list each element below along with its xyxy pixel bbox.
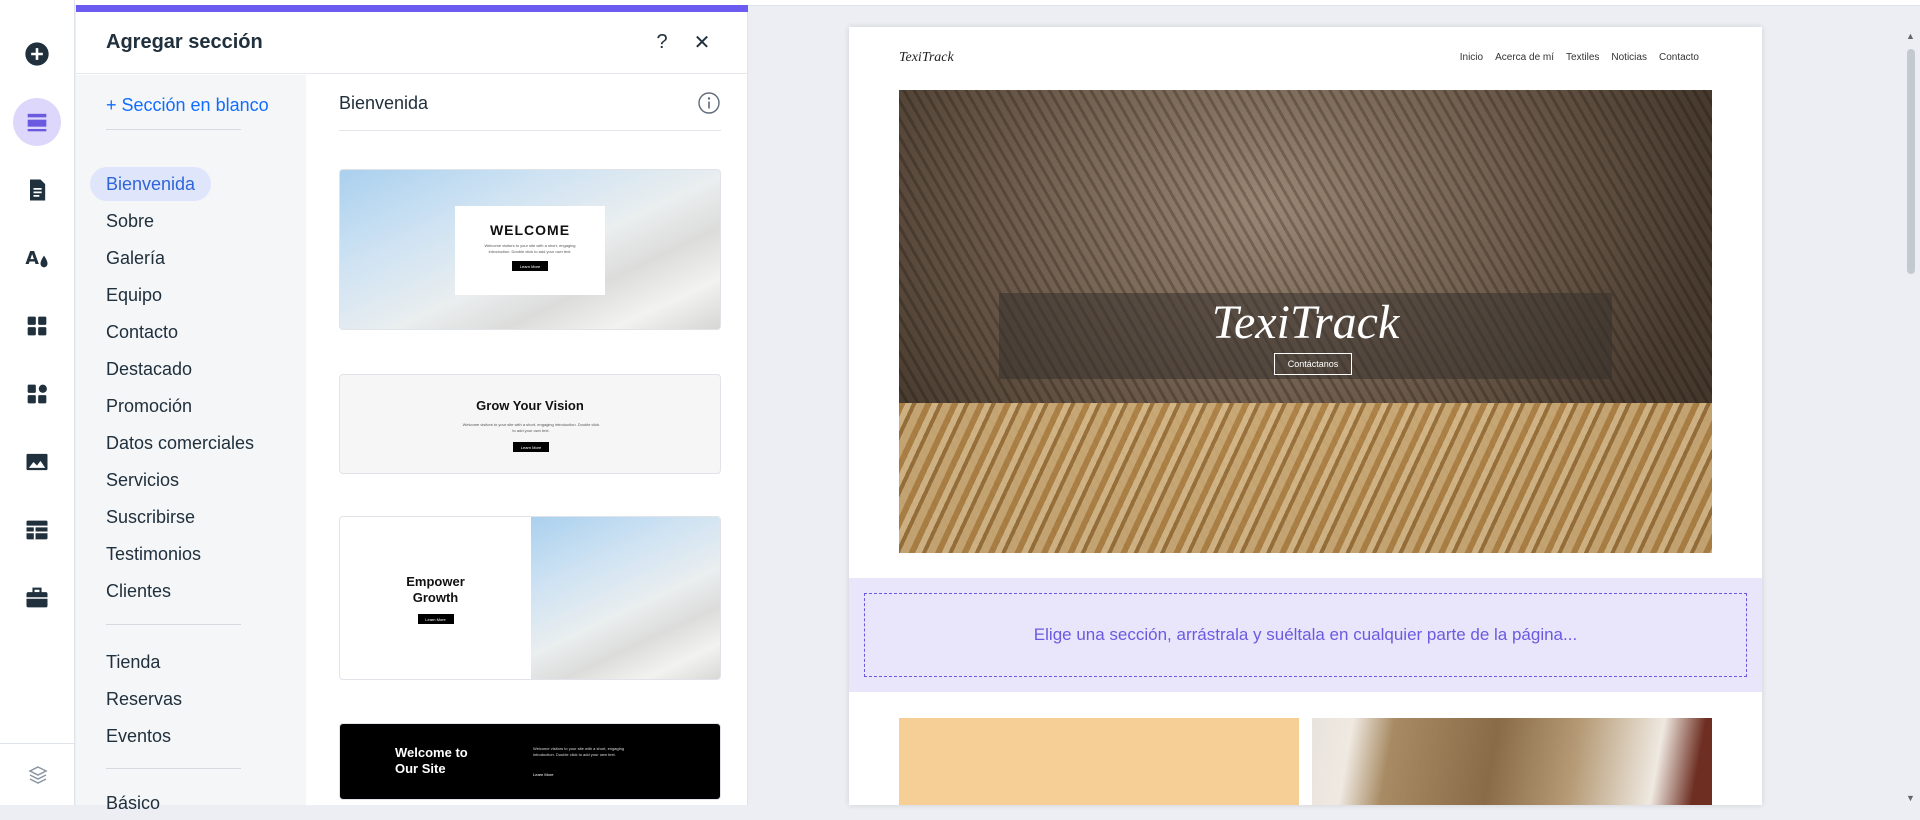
drop-zone[interactable]: Elige una sección, arrástrala y suéltala… [864,593,1747,677]
pages-icon[interactable] [13,166,61,214]
hero-image[interactable]: TexiTrack Contáctanos [899,90,1712,553]
category-eventos[interactable]: Eventos [90,719,187,753]
svg-text:A: A [25,249,39,269]
left-toolbar: A [0,0,75,805]
category-reservas[interactable]: Reservas [90,682,198,716]
category-promocion[interactable]: Promoción [90,389,208,423]
hero-title[interactable]: TexiTrack [999,295,1612,350]
category-testimonios[interactable]: Testimonios [90,537,217,571]
business-icon[interactable] [13,574,61,622]
template-list: Bienvenida WELCOME Welcome visitors to y… [306,75,748,805]
info-icon[interactable] [697,91,721,115]
content-block-color[interactable] [899,718,1299,805]
template-title: WELCOME [489,222,571,238]
template-button: Learn More [417,614,454,624]
category-separator [106,768,241,769]
template-button: Learn More [512,261,548,271]
site-nav: Inicio Acerca de mí Textiles Noticias Co… [1460,52,1699,63]
template-title: Grow Your Vision [476,398,584,413]
category-contacto[interactable]: Contacto [90,315,194,349]
templates-header-label: Bienvenida [339,93,429,113]
media-icon[interactable] [13,438,61,486]
panel-header: Agregar sección ? ✕ [76,12,747,74]
category-equipo[interactable]: Equipo [90,278,178,312]
category-suscribirse[interactable]: Suscribirse [90,500,211,534]
template-text: Welcome visitors to your site with a sho… [484,243,576,254]
drop-zone-area[interactable]: Elige una sección, arrástrala y suéltala… [849,578,1762,692]
category-tienda[interactable]: Tienda [90,645,176,679]
category-basico[interactable]: Básico [90,786,176,820]
category-destacado[interactable]: Destacado [90,352,208,386]
category-separator [106,624,241,625]
template-image [531,517,720,679]
nav-noticias[interactable]: Noticias [1611,52,1647,63]
cms-icon[interactable] [13,506,61,554]
add-apps-icon[interactable] [13,370,61,418]
category-datos-comerciales[interactable]: Datos comerciales [90,426,270,460]
template-title: Empower Growth [406,574,465,605]
template-card-empower-growth[interactable]: Empower Growth Learn More [339,516,721,680]
template-card-welcome[interactable]: WELCOME Welcome visitors to your site wi… [339,169,721,330]
close-icon[interactable]: ✕ [687,28,717,58]
category-separator [106,129,241,130]
site-canvas[interactable]: TexiTrack Inicio Acerca de mí Textiles N… [849,27,1762,805]
template-button: Learn More [513,442,549,452]
help-icon[interactable]: ? [647,28,677,58]
template-text: Welcome visitors to your site with a sho… [533,746,625,757]
nav-inicio[interactable]: Inicio [1460,52,1483,63]
category-servicios[interactable]: Servicios [90,463,195,497]
nav-acerca[interactable]: Acerca de mí [1495,52,1554,63]
nav-contacto[interactable]: Contacto [1659,52,1699,63]
category-sobre[interactable]: Sobre [90,204,170,238]
layers-icon[interactable] [0,743,75,805]
sections-icon[interactable] [13,98,61,146]
scroll-down-icon[interactable]: ▼ [1906,793,1915,803]
templates-header: Bienvenida [339,91,721,131]
nav-textiles[interactable]: Textiles [1566,52,1599,63]
vertical-scrollbar[interactable]: ▲ ▼ [1902,27,1920,805]
content-block-image[interactable] [1312,718,1712,805]
template-button: Learn More [533,772,554,777]
hero-text-band: TexiTrack Contáctanos [999,293,1612,379]
site-logo[interactable]: TexiTrack [899,50,954,66]
template-text-half: Empower Growth Learn More [340,517,531,679]
category-list: + Sección en blanco Bienvenida Sobre Gal… [76,75,306,813]
hero-textile-pattern [899,403,1712,553]
add-icon[interactable] [13,30,61,78]
template-overlay-box: WELCOME Welcome visitors to your site wi… [455,206,605,295]
template-card-grow-your-vision[interactable]: Grow Your Vision Welcome visitors to you… [339,374,721,474]
category-galeria[interactable]: Galería [90,241,181,275]
template-card-welcome-to-our-site[interactable]: Welcome to Our Site Welcome visitors to … [339,723,721,800]
category-bienvenida[interactable]: Bienvenida [90,167,212,201]
scrollbar-thumb[interactable] [1907,49,1915,274]
template-text: Welcome visitors to your site with a sho… [462,422,600,433]
hero-contact-button[interactable]: Contáctanos [1274,353,1352,375]
apps-icon[interactable] [13,302,61,350]
template-title: Welcome to Our Site [395,745,468,776]
add-section-panel: Agregar sección ? ✕ + Sección en blanco … [76,12,748,813]
category-clientes[interactable]: Clientes [90,574,187,608]
design-icon[interactable]: A [13,234,61,282]
panel-accent-bar [76,5,748,12]
panel-title: Agregar sección [106,31,263,53]
blank-section-button[interactable]: + Sección en blanco [106,95,269,116]
scroll-up-icon[interactable]: ▲ [1906,31,1915,41]
